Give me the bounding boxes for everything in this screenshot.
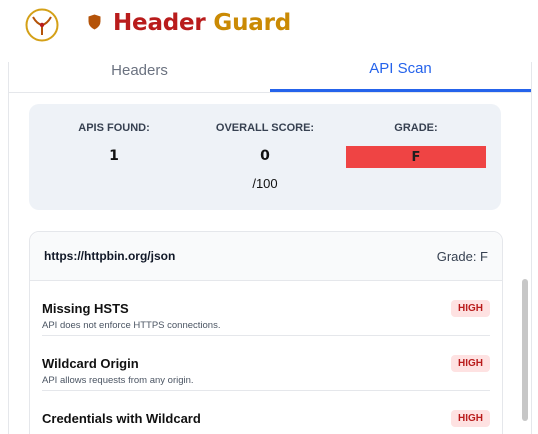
main-panel: Headers API Scan APIS FOUND: 1 OVERALL S…	[8, 62, 532, 434]
issue-title: Missing HSTS	[42, 301, 129, 316]
apis-found-stat: APIS FOUND: 1	[39, 122, 189, 164]
grade-label: GRADE:	[394, 122, 438, 134]
severity-badge: HIGH	[451, 300, 490, 317]
tab-headers[interactable]: Headers	[9, 62, 270, 92]
scrollbar[interactable]	[522, 279, 528, 421]
apis-found-label: APIS FOUND:	[78, 122, 150, 134]
issue-item: Missing HSTS API does not enforce HTTPS …	[42, 281, 490, 336]
scan-summary: APIS FOUND: 1 OVERALL SCORE: 0 /100 GRAD…	[29, 104, 501, 210]
issue-item: Credentials with Wildcard HIGH	[42, 391, 490, 434]
severity-badge: HIGH	[451, 355, 490, 372]
api-grade: Grade: F	[436, 248, 488, 264]
overall-score-max: /100	[252, 176, 278, 191]
antenna-logo-icon	[25, 8, 59, 42]
api-result-header[interactable]: https://httpbin.org/json Grade: F	[30, 232, 502, 281]
issue-title: Credentials with Wildcard	[42, 411, 201, 426]
title-header-word: Header	[113, 10, 206, 36]
issue-item: Wildcard Origin API allows requests from…	[42, 336, 490, 391]
app-header: Header Guard	[0, 0, 538, 62]
shield-icon	[88, 14, 101, 30]
grade-stat: GRADE:	[341, 122, 491, 134]
overall-score-value: 0	[260, 148, 270, 164]
apis-found-value: 1	[109, 148, 119, 164]
api-url: https://httpbin.org/json	[44, 249, 176, 263]
issue-description: API does not enforce HTTPS connections.	[42, 320, 221, 331]
tab-api-scan[interactable]: API Scan	[270, 62, 531, 92]
api-result-card: https://httpbin.org/json Grade: F Missin…	[29, 231, 503, 434]
page-title: Header Guard	[113, 10, 291, 36]
tab-bar: Headers API Scan	[9, 62, 531, 93]
issue-title: Wildcard Origin	[42, 356, 139, 371]
title-guard-word: Guard	[213, 10, 291, 36]
overall-score-label: OVERALL SCORE:	[215, 122, 315, 134]
grade-badge: F	[346, 146, 486, 168]
severity-badge: HIGH	[451, 410, 490, 427]
overall-score-stat: OVERALL SCORE: 0 /100	[190, 122, 340, 191]
issue-description: API allows requests from any origin.	[42, 375, 194, 386]
